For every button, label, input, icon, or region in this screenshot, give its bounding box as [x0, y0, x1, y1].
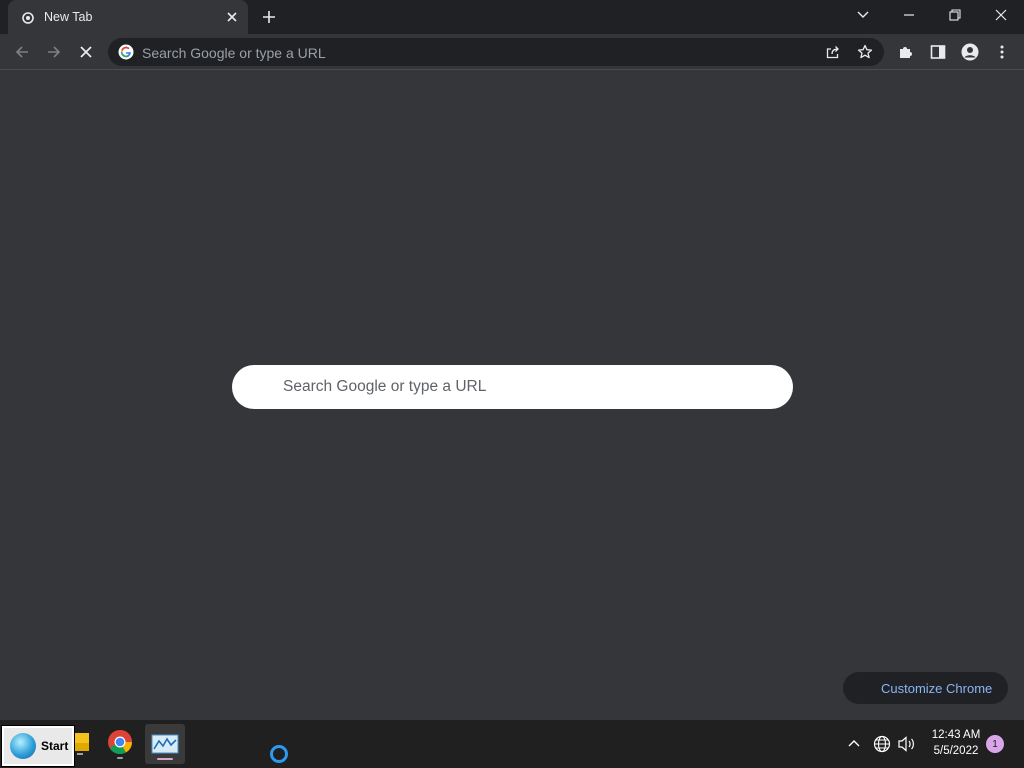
minimize-button[interactable]: [886, 0, 932, 30]
close-tab-icon[interactable]: [224, 9, 240, 25]
ntp-search-box[interactable]: Search Google or type a URL: [232, 365, 793, 409]
back-arrow-icon[interactable]: [12, 42, 32, 62]
extensions-puzzle-icon[interactable]: [896, 42, 916, 62]
google-g-icon: [118, 44, 134, 60]
more-menu-icon[interactable]: [992, 42, 1012, 62]
customize-chrome-label: Customize Chrome: [881, 681, 993, 696]
new-tab-button[interactable]: [260, 8, 278, 26]
start-button[interactable]: Start: [1, 725, 75, 767]
forward-arrow-icon[interactable]: [44, 42, 64, 62]
task-manager-icon[interactable]: [145, 724, 185, 764]
stop-loading-icon[interactable]: [76, 42, 96, 62]
new-tab-page: Search Google or type a URL Customize Ch…: [0, 71, 1024, 720]
close-window-button[interactable]: [978, 0, 1024, 30]
tab-title: New Tab: [44, 10, 93, 24]
clock-date[interactable]: 5/5/2022: [926, 745, 986, 757]
chrome-favicon-icon: [22, 11, 34, 24]
show-hidden-icons-chevron-icon[interactable]: [844, 734, 864, 754]
start-label: Start: [41, 739, 69, 753]
tab-search-icon[interactable]: [840, 0, 886, 30]
taskbar: Start 12:43 AM 5/5/2022 1: [0, 720, 1024, 768]
tab-new-tab[interactable]: New Tab: [8, 0, 248, 34]
volume-speaker-icon[interactable]: [896, 734, 918, 754]
restore-button[interactable]: [932, 0, 978, 30]
share-icon[interactable]: [825, 44, 841, 60]
profile-avatar-icon[interactable]: [960, 42, 980, 62]
side-panel-icon[interactable]: [928, 42, 948, 62]
file-explorer-icon[interactable]: [74, 724, 90, 764]
bookmark-star-icon[interactable]: [857, 44, 873, 60]
network-globe-icon[interactable]: [872, 734, 892, 754]
cortana-circle-icon[interactable]: [260, 740, 298, 768]
toolbar: Search Google or type a URL: [0, 34, 1024, 70]
notification-badge[interactable]: 1: [986, 735, 1004, 753]
start-orb-icon: [10, 733, 36, 759]
omnibox-placeholder: Search Google or type a URL: [142, 45, 326, 61]
address-bar[interactable]: Search Google or type a URL: [108, 38, 884, 66]
chrome-taskbar-icon[interactable]: [100, 724, 140, 764]
customize-chrome-button[interactable]: Customize Chrome: [843, 672, 1008, 704]
clock-time[interactable]: 12:43 AM: [926, 729, 986, 741]
ntp-search-placeholder: Search Google or type a URL: [283, 378, 487, 395]
title-bar: New Tab: [0, 0, 1024, 34]
